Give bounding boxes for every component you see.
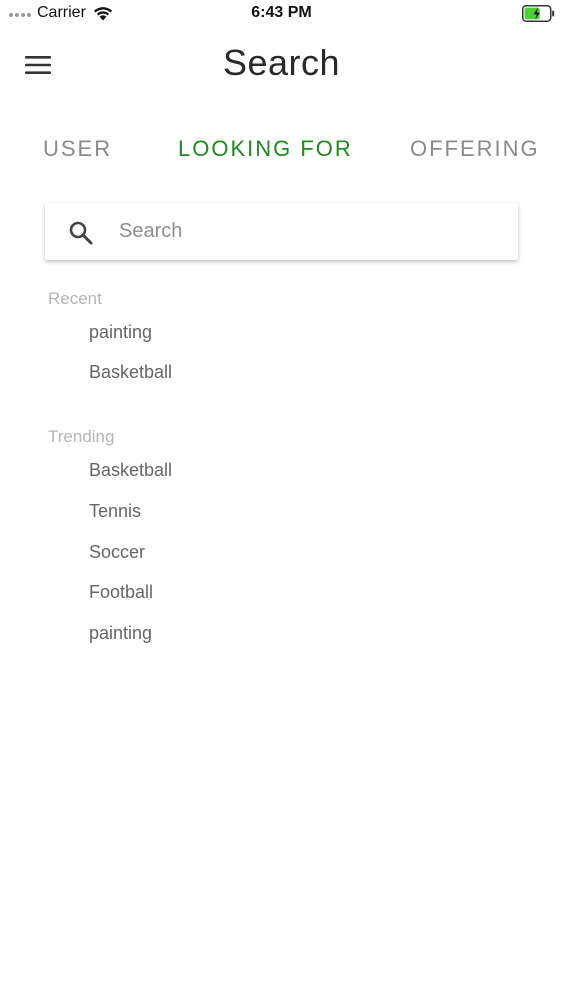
trending-item[interactable]: Basketball (89, 460, 172, 481)
trending-label: Trending (48, 427, 115, 446)
trending-item[interactable]: Soccer (89, 542, 145, 563)
battery-charging-icon (522, 5, 555, 22)
trending-item[interactable]: Tennis (89, 501, 141, 522)
tab-offering[interactable]: OFFERING (410, 136, 540, 162)
page-title: Search (222, 42, 341, 83)
status-time: 6:43 PM (251, 4, 312, 21)
trending-item[interactable]: painting (89, 623, 152, 644)
tab-user[interactable]: USER (43, 136, 112, 162)
status-bar: Carrier 6:43 PM (0, 0, 563, 28)
recent-item[interactable]: painting (89, 322, 152, 343)
recent-item[interactable]: Basketball (89, 362, 172, 383)
search-box (45, 203, 518, 260)
recent-label: Recent (48, 289, 102, 308)
tab-looking-for[interactable]: LOOKING FOR (178, 136, 353, 162)
search-icon (69, 221, 93, 245)
app-header: Search (0, 28, 563, 102)
trending-item[interactable]: Football (89, 582, 153, 603)
search-input[interactable] (119, 213, 499, 250)
search-tabs: USER LOOKING FOR OFFERING (0, 136, 563, 168)
